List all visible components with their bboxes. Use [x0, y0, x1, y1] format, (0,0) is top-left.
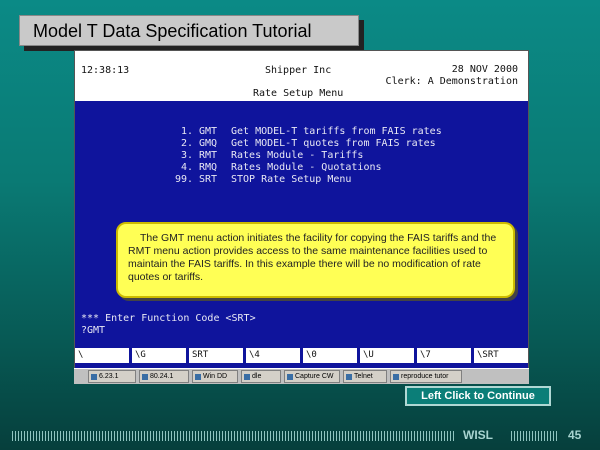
menu-item-number: 99. [174, 174, 193, 185]
menu-item-desc: Rates Module - Tariffs [231, 150, 364, 161]
taskbar-item[interactable]: 80.24.1 [139, 370, 189, 383]
terminal-header: 12:38:13 Shipper Inc 28 NOV 2000 Clerk: … [75, 51, 528, 101]
taskbar-item[interactable]: Capture CW [284, 370, 340, 383]
page-number: 45 [568, 428, 582, 442]
footer-decoration-left [12, 431, 455, 441]
clerk-name: Clerk: A Demonstration [385, 76, 518, 87]
menu-item-code: SRT [199, 174, 218, 185]
prompt-text: *** Enter Function Code <SRT> [81, 313, 256, 324]
terminal-time: 12:38:13 [81, 65, 130, 76]
footer-label: WISL [463, 428, 493, 442]
menu-title: Rate Setup Menu [253, 88, 344, 99]
menu-item-rmt[interactable]: 3. RMT Rates Module - Tariffs [165, 150, 442, 162]
function-key-7[interactable]: \7 [417, 348, 474, 363]
menu-item-desc: Get MODEL-T tariffs from FAIS rates [231, 126, 442, 137]
menu-item-desc: STOP Rate Setup Menu [231, 174, 352, 185]
menu-item-code: RMT [199, 150, 218, 161]
taskbar-item[interactable]: 6.23.1 [88, 370, 136, 383]
menu-item-code: GMT [199, 126, 218, 137]
function-key-1[interactable]: \ [75, 348, 132, 363]
menu-item-desc: Rates Module - Quotations [231, 162, 382, 173]
slide-title: Model T Data Specification Tutorial [19, 15, 359, 46]
function-code-input[interactable]: ?GMT [81, 325, 256, 337]
menu-item-srt[interactable]: 99. SRT STOP Rate Setup Menu [165, 174, 442, 186]
taskbar-item[interactable]: dle [241, 370, 281, 383]
menu-item-number: 3. [180, 150, 193, 161]
function-key-8[interactable]: \SRT [474, 348, 528, 363]
function-key-bar: \ \G SRT \4 \0 \U \7 \SRT [75, 348, 528, 363]
function-key-6[interactable]: \U [360, 348, 417, 363]
terminal-screen: 12:38:13 Shipper Inc 28 NOV 2000 Clerk: … [74, 50, 529, 370]
function-prompt: *** Enter Function Code <SRT> ?GMT [81, 313, 256, 337]
taskbar-item[interactable]: reproduce tutor [390, 370, 462, 383]
taskbar-item[interactable]: Telnet [343, 370, 387, 383]
menu-item-gmq[interactable]: 2. GMQ Get MODEL-T quotes from FAIS rate… [165, 138, 442, 150]
taskbar-item[interactable]: Win DD [192, 370, 238, 383]
menu-list: 1. GMT Get MODEL-T tariffs from FAIS rat… [165, 126, 442, 186]
function-key-3[interactable]: SRT [189, 348, 246, 363]
function-key-5[interactable]: \0 [303, 348, 360, 363]
windows-taskbar: 6.23.1 80.24.1 Win DD dle Capture CW Tel… [74, 368, 529, 384]
menu-item-number: 4. [180, 162, 193, 173]
explanation-callout: The GMT menu action initiates the facili… [116, 222, 515, 298]
menu-item-number: 2. [180, 138, 193, 149]
menu-item-number: 1. [180, 126, 193, 137]
company-name: Shipper Inc [265, 65, 332, 76]
terminal-date: 28 NOV 2000 [451, 64, 518, 75]
function-key-4[interactable]: \4 [246, 348, 303, 363]
menu-item-code: RMQ [199, 162, 218, 173]
continue-button[interactable]: Left Click to Continue [405, 386, 551, 406]
function-key-2[interactable]: \G [132, 348, 189, 363]
menu-item-code: GMQ [199, 138, 218, 149]
menu-item-gmt[interactable]: 1. GMT Get MODEL-T tariffs from FAIS rat… [165, 126, 442, 138]
menu-item-desc: Get MODEL-T quotes from FAIS rates [231, 138, 436, 149]
menu-item-rmq[interactable]: 4. RMQ Rates Module - Quotations [165, 162, 442, 174]
footer-decoration-right [511, 431, 559, 441]
